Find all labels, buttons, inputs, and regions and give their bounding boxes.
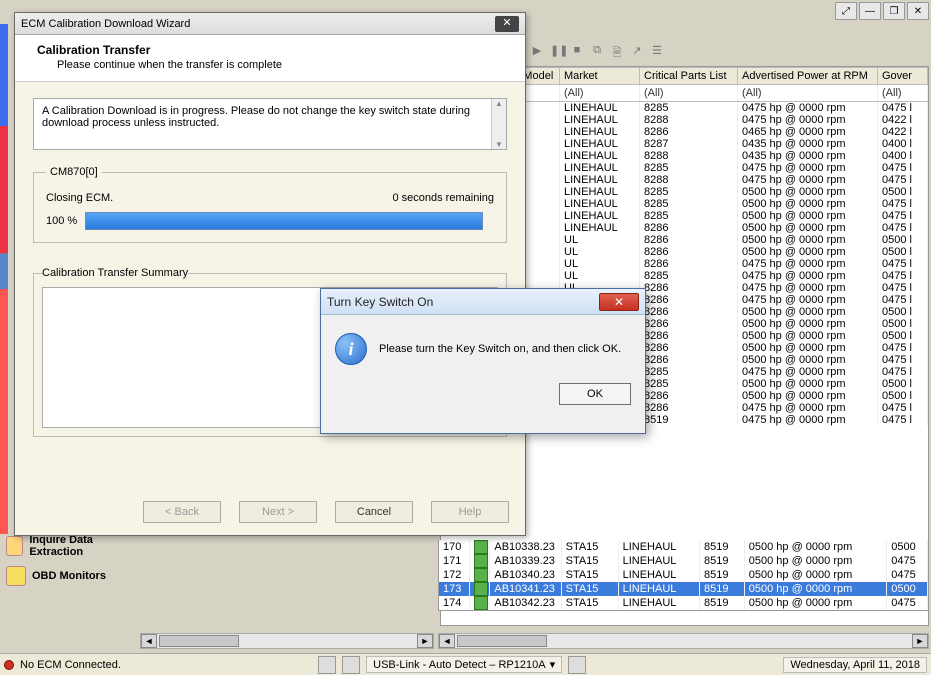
hscroll-right[interactable]: ◄ ► [438, 633, 929, 649]
doc-icon[interactable]: 🗎 [610, 44, 624, 63]
cancel-button[interactable]: Cancel [335, 501, 413, 523]
dialog-titlebar[interactable]: Turn Key Switch On ✕ [321, 289, 645, 315]
wizard-heading: Calibration Transfer [37, 43, 503, 57]
maximize-button[interactable]: ❐ [883, 2, 905, 20]
minimize-button[interactable]: — [859, 2, 881, 20]
col-filter[interactable]: (All) [878, 85, 928, 102]
wizard-buttons: < Back Next > Cancel Help [143, 501, 509, 523]
col-filter[interactable]: (All) [738, 85, 878, 102]
progress-percent: 100 % [46, 215, 77, 227]
ok-button[interactable]: OK [559, 383, 631, 405]
obd-icon [6, 566, 26, 586]
dialog-close-button[interactable]: ✕ [599, 293, 639, 311]
flag-icon [474, 582, 488, 596]
flag-icon [474, 540, 488, 554]
flag-icon [474, 554, 488, 568]
calibration-table-lower[interactable]: 170 AB10338.23STA15LINEHAUL85190500 hp @… [438, 540, 929, 611]
message-scrollbar[interactable] [491, 99, 506, 149]
progress-group-label: CM870[0] [46, 166, 102, 178]
col-filter[interactable]: (All) [640, 85, 738, 102]
export-icon[interactable]: ↗ [630, 44, 644, 63]
summary-label: Calibration Transfer Summary [42, 267, 188, 279]
status-ecm: No ECM Connected. [20, 659, 121, 671]
key-switch-dialog: Turn Key Switch On ✕ i Please turn the K… [320, 288, 646, 434]
status-date-text: Wednesday, April 11, 2018 [790, 659, 920, 671]
adapter-select[interactable]: USB-Link - Auto Detect – RP1210A ▾ [366, 656, 562, 673]
flag-icon [474, 596, 488, 610]
media-toolbar: ▶ ❚❚ ■ ⧉ 🗎 ↗ ☰ [530, 44, 664, 63]
dialog-title: Turn Key Switch On [327, 295, 599, 309]
chevron-down-icon: ▾ [550, 658, 556, 671]
status-icon-2[interactable] [342, 656, 360, 674]
wizard-header: Calibration Transfer Please continue whe… [15, 35, 525, 82]
wizard-message: A Calibration Download is in progress. P… [33, 98, 507, 150]
col-header[interactable]: Advertised Power at RPM [738, 68, 878, 85]
status-icon-3[interactable] [568, 656, 586, 674]
wizard-title: ECM Calibration Download Wizard [21, 18, 495, 30]
sidebar-item-label: Inquire Data Extraction [29, 534, 132, 558]
next-button[interactable]: Next > [239, 501, 317, 523]
inquire-icon [6, 536, 23, 556]
help-button[interactable]: Help [431, 501, 509, 523]
flag-icon [474, 568, 488, 582]
progress-remaining: 0 seconds remaining [392, 192, 494, 204]
left-sidebar: Inquire Data Extraction OBD Monitors [4, 530, 134, 590]
list-icon[interactable]: ☰ [650, 44, 664, 63]
col-header[interactable]: Critical Parts List [640, 68, 738, 85]
close-button[interactable]: ✕ [907, 2, 929, 20]
progress-bar [85, 212, 483, 230]
copy-icon[interactable]: ⧉ [590, 44, 604, 63]
wizard-subheading: Please continue when the transfer is com… [57, 59, 503, 71]
wizard-close-button[interactable]: ✕ [495, 16, 519, 32]
wizard-message-text: A Calibration Download is in progress. P… [42, 105, 470, 129]
info-icon: i [335, 333, 367, 365]
table-row[interactable]: 174 AB10342.23STA15LINEHAUL85190500 hp @… [439, 596, 928, 610]
stop-icon[interactable]: ■ [570, 44, 584, 63]
col-header[interactable]: Gover [878, 68, 928, 85]
adapter-label: USB-Link - Auto Detect – RP1210A [373, 659, 545, 671]
window-controls: ⤢ — ❐ ✕ [835, 2, 929, 20]
status-icon-1[interactable] [318, 656, 336, 674]
expand-button[interactable]: ⤢ [835, 2, 857, 20]
color-strip [0, 24, 8, 534]
col-header[interactable]: Market [560, 68, 640, 85]
col-filter[interactable]: (All) [560, 85, 640, 102]
hscroll-left[interactable]: ◄ ► [140, 633, 434, 649]
table-row[interactable]: 170 AB10338.23STA15LINEHAUL85190500 hp @… [439, 540, 928, 554]
sidebar-item-label: OBD Monitors [32, 570, 106, 582]
table-row[interactable]: 171 AB10339.23STA15LINEHAUL85190500 hp @… [439, 554, 928, 568]
dialog-message: Please turn the Key Switch on, and then … [379, 343, 621, 355]
ecm-wizard: ECM Calibration Download Wizard ✕ Calibr… [14, 12, 526, 536]
progress-status: Closing ECM. [46, 192, 113, 204]
table-row[interactable]: 172 AB10340.23STA15LINEHAUL85190500 hp @… [439, 568, 928, 582]
statusbar: No ECM Connected. USB-Link - Auto Detect… [0, 653, 931, 675]
table-row[interactable]: 173 AB10341.23STA15LINEHAUL85190500 hp @… [439, 582, 928, 596]
status-dot-icon [4, 660, 14, 670]
back-button[interactable]: < Back [143, 501, 221, 523]
status-date: Wednesday, April 11, 2018 [783, 657, 927, 673]
pause-icon[interactable]: ❚❚ [550, 44, 564, 63]
play-icon[interactable]: ▶ [530, 44, 544, 63]
wizard-titlebar[interactable]: ECM Calibration Download Wizard ✕ [15, 13, 525, 35]
progress-group: CM870[0] Closing ECM. 0 seconds remainin… [33, 166, 507, 243]
sidebar-item-obd[interactable]: OBD Monitors [4, 562, 134, 590]
